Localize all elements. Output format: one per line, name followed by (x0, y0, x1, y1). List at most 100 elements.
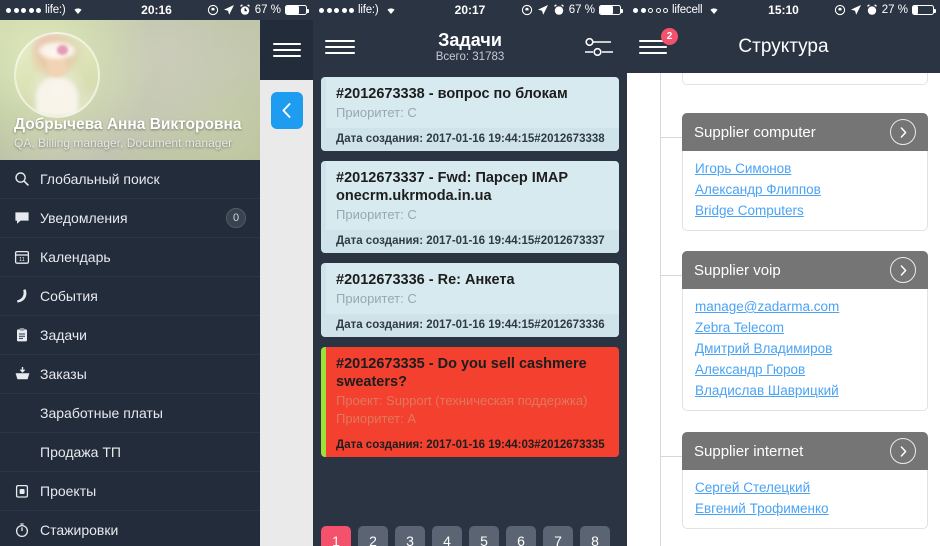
task-card[interactable]: #2012673337 - Fwd: Парсер IMAP onecrm.uk… (321, 161, 619, 253)
notifications-badge: 0 (226, 208, 246, 228)
back-button[interactable] (270, 92, 303, 129)
task-priority: Приоритет: A (336, 411, 417, 426)
rotation-lock-icon (521, 4, 533, 16)
sidebar-item-label: Продажа ТП (40, 444, 121, 460)
status-bar-right: 67 % (521, 4, 623, 16)
sliders-filter-icon (583, 34, 615, 60)
structure-tree[interactable]: Supplier computer Игорь Симонов Александ… (627, 73, 940, 546)
hamburger-menu-button-1[interactable] (260, 20, 313, 80)
sidebar-item-notifications[interactable]: Уведомления 0 (0, 199, 260, 238)
tree-node-card-partial (682, 73, 928, 85)
tree-link[interactable]: Дмитрий Владимиров (695, 338, 915, 359)
wifi-icon (72, 5, 84, 15)
task-card[interactable]: #2012673336 - Re: Анкета Приоритет: C Да… (321, 263, 619, 337)
profile-header: Добрычева Анна Викторовна QA, Billing ma… (0, 20, 260, 160)
page-button-2[interactable]: 2 (358, 525, 388, 546)
task-project: Проект: Support (техническая поддержка) (336, 393, 588, 408)
structure-navbar: 2 Структура (627, 20, 940, 73)
battery-percent-label: 27 % (881, 4, 908, 16)
task-list[interactable]: #2012673338 - вопрос по блокам Приоритет… (313, 73, 627, 515)
tree-group-header[interactable]: Supplier internet (682, 432, 928, 470)
task-card-body: #2012673338 - вопрос по блокам Приоритет… (326, 77, 619, 128)
navbar-title-block: Задачи Всего: 31783 (313, 30, 627, 64)
tree-group-header[interactable]: Supplier voip (682, 251, 928, 289)
chevron-right-circle-icon[interactable] (890, 257, 916, 283)
search-icon (14, 171, 40, 187)
task-priority: Приоритет: C (336, 207, 417, 222)
tree-branch-line (660, 456, 682, 457)
status-bar-left: life:) (319, 4, 397, 16)
task-created-date: Дата создания: 2017-01-16 19:44:03#20126… (326, 434, 619, 457)
tree-link[interactable]: Zebra Telecom (695, 317, 915, 338)
task-priority: Приоритет: C (336, 291, 417, 306)
page-button-5[interactable]: 5 (469, 525, 499, 546)
tree-link[interactable]: Игорь Симонов (695, 158, 915, 179)
tree-link[interactable]: Владислав Шаврицкий (695, 380, 915, 401)
hamburger-menu-button-2[interactable] (325, 36, 355, 58)
page-button-8[interactable]: 8 (580, 525, 610, 546)
avatar[interactable] (14, 32, 100, 118)
svg-text:11: 11 (19, 257, 25, 263)
tree-link[interactable]: Bridge Computers (695, 200, 915, 221)
sidebar-item-salaries[interactable]: Заработные платы (0, 394, 260, 433)
filter-button[interactable] (583, 34, 615, 60)
battery-percent-label: 67 % (568, 4, 595, 16)
hamburger-menu-button-3[interactable]: 2 (639, 27, 678, 58)
sidebar-item-events[interactable]: События (0, 277, 260, 316)
sidebar-item-tp-sales[interactable]: Продажа ТП (0, 433, 260, 472)
sidebar-right-rail (260, 20, 313, 546)
tree-link[interactable]: manage@zadarma.com (695, 296, 915, 317)
battery-icon (599, 5, 623, 15)
tree-link[interactable]: Сергей Стелецкий (695, 477, 915, 498)
location-arrow-icon (537, 4, 549, 16)
task-title: #2012673336 - Re: Анкета (336, 272, 515, 288)
sidebar-item-orders[interactable]: Заказы (0, 355, 260, 394)
sidebar-item-global-search[interactable]: Глобальный поиск (0, 160, 260, 199)
carrier-label: lifecell (672, 4, 703, 16)
location-arrow-icon (850, 4, 862, 16)
sidebar-item-calendar[interactable]: 11 Календарь (0, 238, 260, 277)
wifi-icon (708, 5, 720, 15)
tree-group-supplier-internet: Supplier internet Сергей Стелецкий Евген… (660, 432, 928, 529)
sidebar-item-projects[interactable]: Проекты (0, 472, 260, 511)
chevron-right-circle-icon[interactable] (890, 119, 916, 145)
sidebar-item-label: Проекты (40, 483, 97, 499)
status-bar-3: lifecell 15:10 27 % (627, 0, 940, 20)
status-bar-2: life:) 20:17 67 % (313, 0, 627, 20)
page-button-6[interactable]: 6 (506, 525, 536, 546)
page-button-7[interactable]: 7 (543, 525, 573, 546)
tree-link[interactable]: Александр Флиппов (695, 179, 915, 200)
task-created-date: Дата создания: 2017-01-16 19:44:15#20126… (326, 128, 619, 151)
tree-node-partial[interactable] (627, 73, 940, 91)
sidebar-item-label: Заказы (40, 366, 87, 382)
projects-icon (14, 483, 40, 499)
chat-bubble-icon (14, 210, 40, 226)
tree-link[interactable]: Евгений Трофименко (695, 498, 915, 519)
task-card-body: #2012673335 - Do you sell cashmere sweat… (326, 347, 619, 434)
notification-badge: 2 (661, 27, 678, 45)
sidebar-item-internships[interactable]: Стажировки (0, 511, 260, 546)
page-button-3[interactable]: 3 (395, 525, 425, 546)
rotation-lock-icon (207, 4, 219, 16)
profile-name: Добрычева Анна Викторовна (14, 116, 242, 133)
tree-link[interactable]: Александр Гюров (695, 359, 915, 380)
status-bar-right: 67 % (207, 4, 309, 16)
task-title: #2012673338 - вопрос по блокам (336, 86, 568, 102)
task-card[interactable]: #2012673338 - вопрос по блокам Приоритет… (321, 77, 619, 151)
page-button-4[interactable]: 4 (432, 525, 462, 546)
sidebar-item-label: Календарь (40, 249, 111, 265)
task-created-date: Дата создания: 2017-01-16 19:44:15#20126… (326, 314, 619, 337)
sidebar-item-label: Уведомления (40, 210, 128, 226)
tree-group-title: Supplier internet (694, 442, 804, 460)
tree-group-header[interactable]: Supplier computer (682, 113, 928, 151)
profile-role: QA, Billing manager, Document manager (14, 136, 233, 150)
sidebar-item-tasks[interactable]: Задачи (0, 316, 260, 355)
page-title: Задачи (438, 29, 502, 50)
phone-icon (14, 288, 40, 304)
location-arrow-icon (223, 4, 235, 16)
page-button-1[interactable]: 1 (321, 525, 351, 546)
task-card-highlighted[interactable]: #2012673335 - Do you sell cashmere sweat… (321, 347, 619, 457)
three-panel-screenshot: life:) 20:16 67 % Добрычева Анна Викторо… (0, 0, 940, 546)
tree-group-body: Сергей Стелецкий Евгений Трофименко (682, 470, 928, 529)
chevron-right-circle-icon[interactable] (890, 438, 916, 464)
